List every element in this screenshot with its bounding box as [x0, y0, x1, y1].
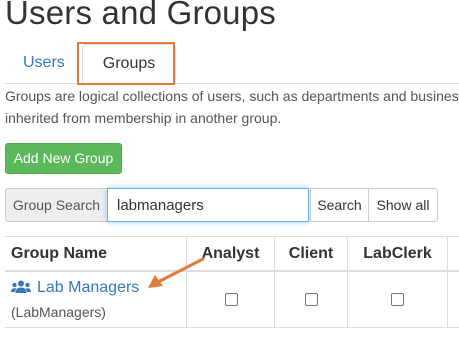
description-line-2: inherited from membership in another gro… — [5, 110, 282, 126]
labclerk-checkbox[interactable] — [391, 293, 404, 306]
tab-groups[interactable]: Groups — [82, 44, 176, 85]
show-all-button[interactable]: Show all — [368, 188, 438, 222]
group-link-lab-managers[interactable]: Lab Managers — [11, 279, 139, 299]
client-checkbox[interactable] — [305, 293, 318, 306]
add-new-group-button[interactable]: Add New Group — [5, 143, 122, 174]
analyst-checkbox[interactable] — [225, 293, 238, 306]
group-search-input[interactable] — [107, 188, 309, 222]
group-name-cell: Lab Managers (LabManagers) — [5, 272, 186, 327]
column-header-analyst: Analyst — [186, 237, 274, 270]
group-name-label: Lab Managers — [37, 279, 140, 296]
column-header-overflow — [447, 237, 459, 270]
labclerk-cell — [347, 272, 447, 327]
page-title: Users and Groups — [5, 0, 276, 31]
page-description: Groups are logical collections of users,… — [5, 85, 459, 129]
tab-users[interactable]: Users — [7, 44, 81, 84]
column-header-client: Client — [274, 237, 347, 270]
description-line-1: Groups are logical collections of users,… — [5, 88, 459, 104]
table-row: Lab Managers (LabManagers) — [5, 272, 459, 328]
tab-bar: Users Groups — [5, 44, 459, 85]
table-header-row: Group Name Analyst Client LabClerk — [5, 237, 459, 272]
client-cell — [274, 272, 347, 327]
column-header-labclerk: LabClerk — [347, 237, 447, 270]
search-button[interactable]: Search — [310, 188, 369, 222]
group-search-label: Group Search — [5, 188, 107, 222]
overflow-cell — [447, 272, 459, 327]
users-icon — [11, 280, 31, 299]
analyst-cell — [186, 272, 274, 327]
group-code-label: (LabManagers) — [11, 304, 106, 320]
column-header-group-name: Group Name — [11, 245, 108, 262]
groups-table: Group Name Analyst Client LabClerk Lab M… — [5, 236, 459, 328]
